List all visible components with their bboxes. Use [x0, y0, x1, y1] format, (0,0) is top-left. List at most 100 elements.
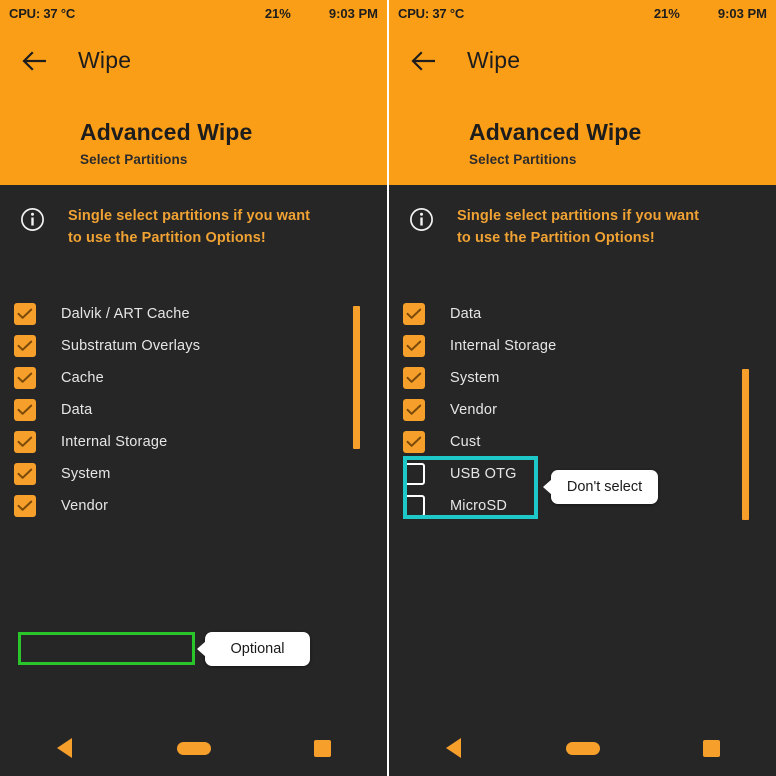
header-main-block: Advanced Wipe Select Partitions [469, 119, 641, 167]
nav-home-button[interactable] [129, 741, 258, 755]
header-subtitle: Select Partitions [469, 152, 577, 167]
checkbox-cell[interactable] [2, 303, 48, 325]
checkbox-checked[interactable] [403, 399, 425, 421]
partition-label: Vendor [61, 498, 109, 514]
partition-label: Internal Storage [450, 338, 557, 354]
checkbox-cell[interactable] [2, 367, 48, 389]
table-row[interactable]: Substratum Overlays [0, 330, 387, 362]
left-screen: CPU: 37 °C 21% 9:03 PM Wipe Advanced Wip… [0, 0, 387, 776]
callout-tail [197, 641, 206, 657]
checkbox-checked[interactable] [403, 335, 425, 357]
callout-dont-select: Don't select [543, 470, 658, 504]
table-row[interactable]: Internal Storage [389, 330, 776, 362]
table-row[interactable]: Cust [389, 426, 776, 458]
info-text: Single select partitions if you want to … [457, 205, 699, 249]
back-arrow-icon[interactable] [12, 50, 58, 72]
right-screen: CPU: 37 °C 21% 9:03 PM Wipe Advanced Wip… [389, 0, 776, 776]
checkbox-cell[interactable] [391, 463, 437, 485]
checkbox-cell[interactable] [391, 335, 437, 357]
checkbox-checked[interactable] [14, 463, 36, 485]
checkbox-checked[interactable] [14, 399, 36, 421]
battery-level: 21% [653, 6, 680, 21]
nav-home-icon [565, 741, 600, 755]
clock: 9:03 PM [328, 6, 378, 21]
header-top-row: Wipe [389, 27, 776, 74]
partition-label: Substratum Overlays [61, 338, 201, 354]
checkbox-checked[interactable] [14, 303, 36, 325]
battery-level: 21% [264, 6, 291, 21]
highlight-box-optional [18, 632, 195, 665]
table-row[interactable]: Data [389, 298, 776, 330]
checkbox-checked[interactable] [403, 367, 425, 389]
info-line-1: Single select partitions if you want [457, 208, 700, 224]
nav-back-button[interactable] [389, 738, 518, 758]
checkbox-cell[interactable] [2, 335, 48, 357]
info-icon [398, 205, 444, 249]
back-arrow-icon[interactable] [401, 50, 447, 72]
info-icon [9, 205, 55, 249]
checkbox-checked[interactable] [14, 335, 36, 357]
info-line-2: to use the Partition Options! [457, 230, 655, 246]
status-bar: CPU: 37 °C 21% 9:03 PM [0, 0, 387, 27]
info-banner: Single select partitions if you want to … [389, 185, 776, 249]
checkbox-unchecked[interactable] [403, 463, 425, 485]
table-row[interactable]: Dalvik / ART Cache [0, 298, 387, 330]
checkbox-checked[interactable] [14, 431, 36, 453]
checkbox-cell[interactable] [2, 431, 48, 453]
navigation-bar [0, 720, 387, 776]
status-bar: CPU: 37 °C 21% 9:03 PM [389, 0, 776, 27]
partition-label: System [450, 370, 500, 386]
app-header: Wipe Advanced Wipe Select Partitions [0, 27, 387, 185]
partition-label: Dalvik / ART Cache [61, 306, 190, 322]
partition-list: Dalvik / ART Cache Substratum Overlays C… [0, 298, 387, 522]
info-line-2: to use the Partition Options! [68, 230, 266, 246]
callout-optional-label: Optional [230, 641, 285, 657]
table-row[interactable]: System [389, 362, 776, 394]
partition-label: Cust [450, 434, 481, 450]
partition-label: Internal Storage [61, 434, 168, 450]
nav-back-button[interactable] [0, 738, 129, 758]
app-header: Wipe Advanced Wipe Select Partitions [389, 27, 776, 185]
callout-dont-select-label: Don't select [566, 479, 643, 495]
partition-label: USB OTG [450, 466, 517, 482]
checkbox-cell[interactable] [391, 303, 437, 325]
checkbox-cell[interactable] [391, 399, 437, 421]
nav-recents-icon [314, 739, 331, 757]
checkbox-checked[interactable] [403, 303, 425, 325]
callout-optional: Optional [197, 632, 310, 666]
checkbox-cell[interactable] [2, 463, 48, 485]
left-content: Single select partitions if you want to … [0, 185, 387, 776]
page-title: Wipe [467, 47, 521, 73]
checkbox-checked[interactable] [14, 495, 36, 517]
header-main-block: Advanced Wipe Select Partitions [80, 119, 252, 167]
table-row[interactable]: System [0, 458, 387, 490]
nav-recents-button[interactable] [258, 739, 387, 757]
checkbox-cell[interactable] [391, 367, 437, 389]
nav-back-icon [446, 738, 461, 758]
checkbox-unchecked[interactable] [403, 495, 425, 517]
info-line-1: Single select partitions if you want [68, 208, 311, 224]
checkbox-cell[interactable] [2, 495, 48, 517]
partition-label: Data [450, 306, 482, 322]
header-top-row: Wipe [0, 27, 387, 74]
table-row[interactable]: Vendor [389, 394, 776, 426]
nav-home-button[interactable] [518, 741, 647, 755]
table-row[interactable]: Internal Storage [0, 426, 387, 458]
header-main-title: Advanced Wipe [469, 119, 642, 145]
info-banner: Single select partitions if you want to … [0, 185, 387, 249]
checkbox-checked[interactable] [403, 431, 425, 453]
scrollbar-thumb[interactable] [353, 306, 360, 449]
screenshot-pair: CPU: 37 °C 21% 9:03 PM Wipe Advanced Wip… [0, 0, 776, 776]
checkbox-checked[interactable] [14, 367, 36, 389]
partition-label: Data [61, 402, 93, 418]
cpu-temperature: CPU: 37 °C [398, 6, 465, 21]
nav-recents-button[interactable] [647, 739, 776, 757]
table-row[interactable]: Data [0, 394, 387, 426]
table-row[interactable]: Vendor [0, 490, 387, 522]
checkbox-cell[interactable] [2, 399, 48, 421]
checkbox-cell[interactable] [391, 431, 437, 453]
checkbox-cell[interactable] [391, 495, 437, 517]
table-row[interactable]: Cache [0, 362, 387, 394]
scrollbar-thumb[interactable] [742, 369, 749, 520]
page-title: Wipe [78, 47, 132, 73]
